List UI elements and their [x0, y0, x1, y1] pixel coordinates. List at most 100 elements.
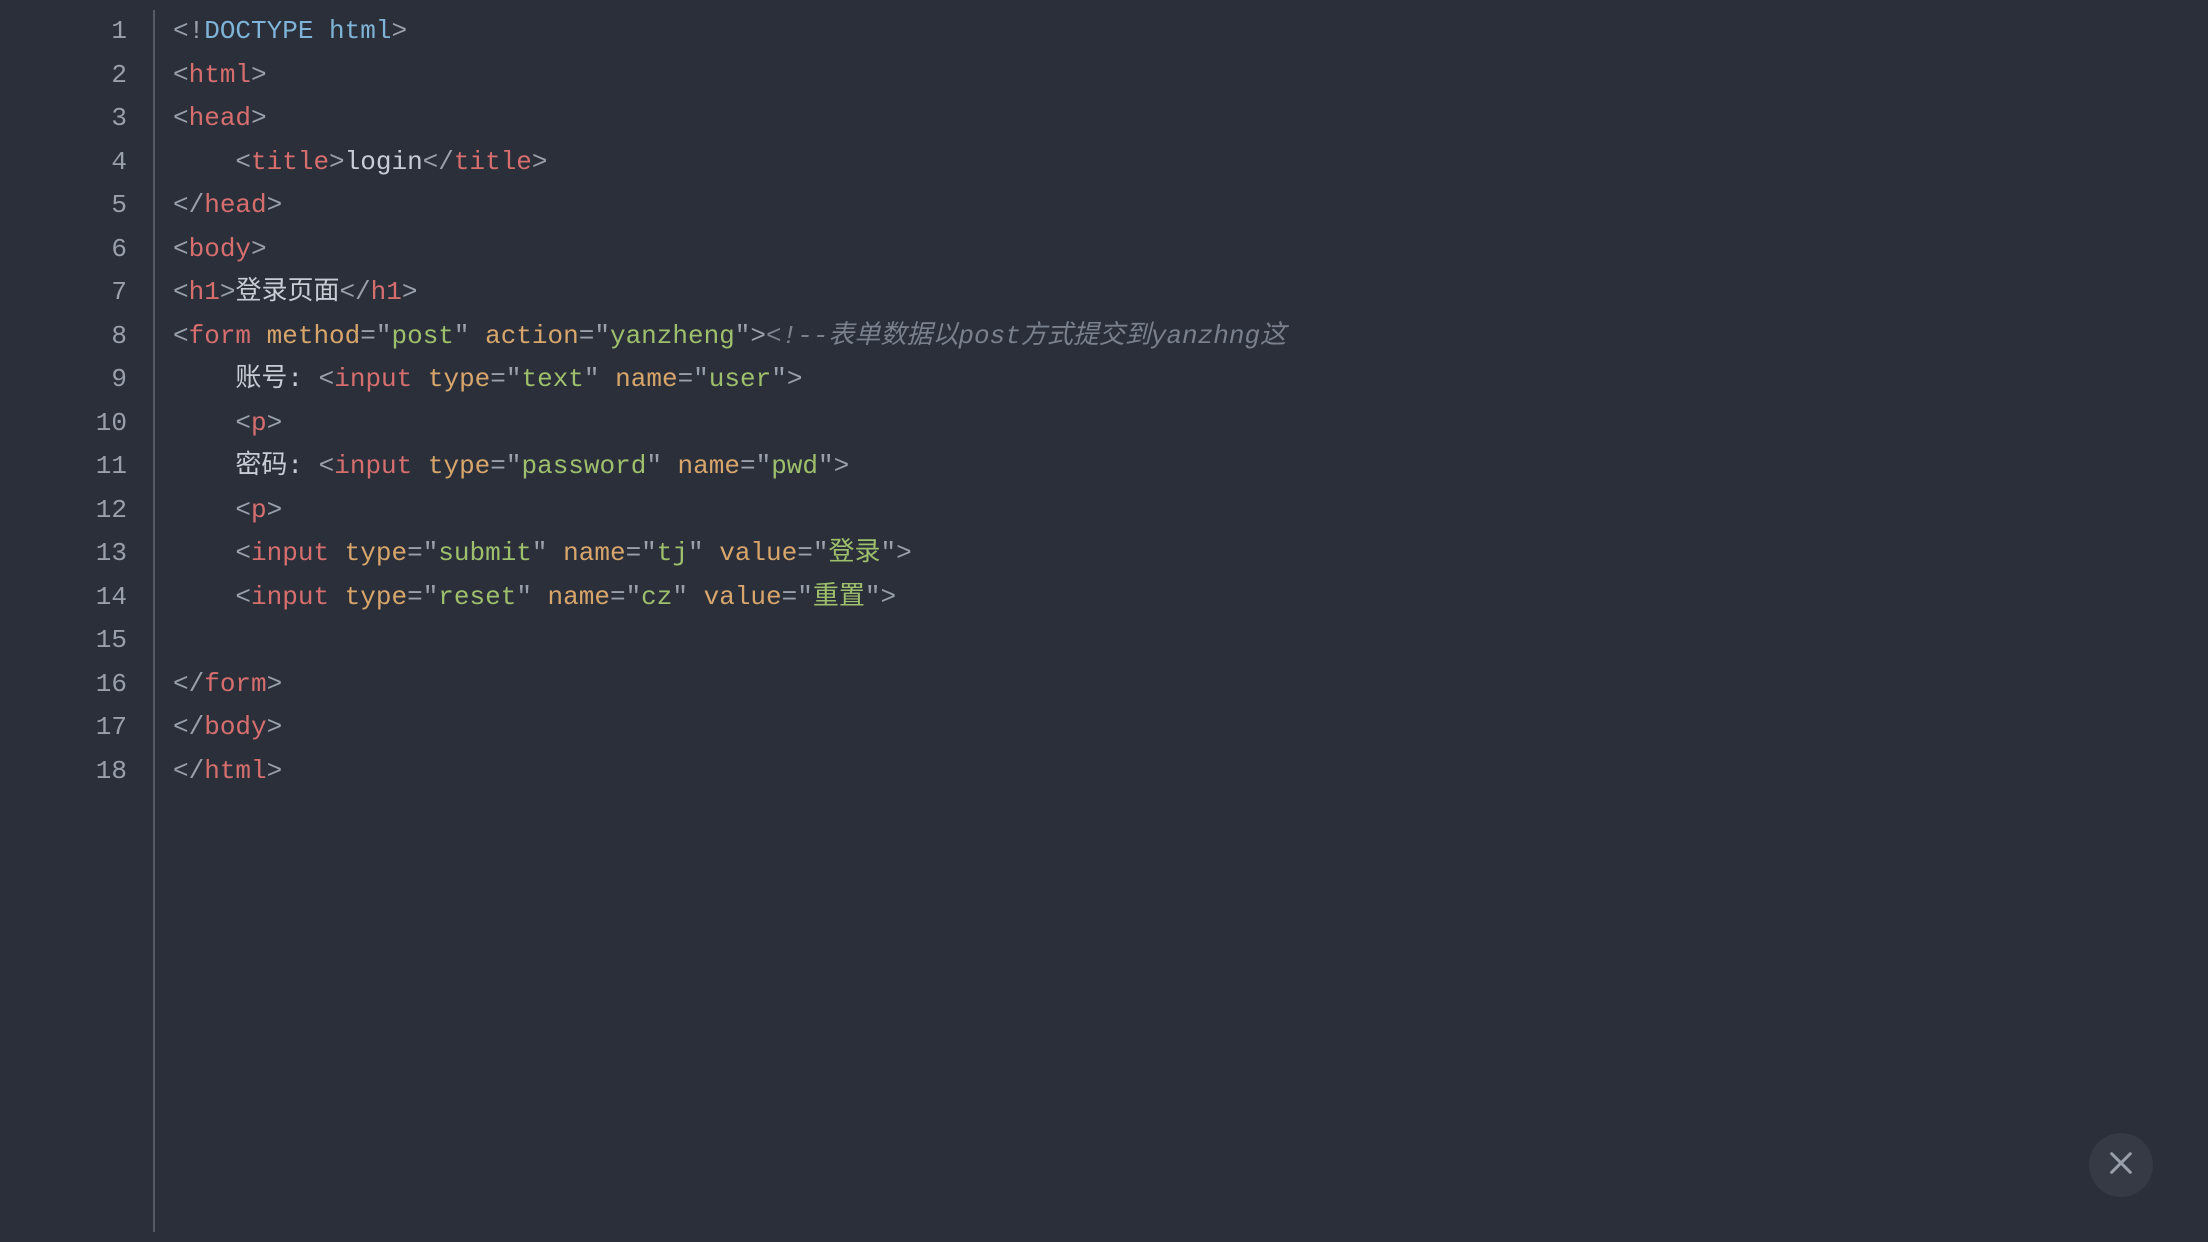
token-attr: value	[719, 538, 797, 568]
token-punct: <	[173, 103, 189, 133]
token-punct: "	[756, 451, 772, 481]
token-punct: >	[329, 147, 345, 177]
token-punct: >	[896, 538, 912, 568]
token-punct: >	[834, 451, 850, 481]
token-punct: =	[740, 451, 756, 481]
token-tag: html	[204, 756, 266, 786]
line-number: 14	[0, 576, 127, 620]
code-line[interactable]: <input type="reset" name="cz" value="重置"…	[173, 576, 2208, 620]
token-punct: "	[506, 364, 522, 394]
token-punct: >	[251, 60, 267, 90]
code-line[interactable]: <input type="submit" name="tj" value="登录…	[173, 532, 2208, 576]
token-attr: name	[563, 538, 625, 568]
code-line[interactable]: </body>	[173, 706, 2208, 750]
token-tag: html	[189, 60, 251, 90]
line-number: 17	[0, 706, 127, 750]
token-punct: </	[423, 147, 454, 177]
token-punct: >	[251, 103, 267, 133]
token-punct: "	[672, 582, 688, 612]
token-punct: >	[267, 712, 283, 742]
token-punct: =	[360, 321, 376, 351]
token-punct: "	[641, 538, 657, 568]
code-line[interactable]: <p>	[173, 402, 2208, 446]
token-punct: "	[423, 582, 439, 612]
token-punct: <	[173, 321, 189, 351]
token-punct: >	[402, 277, 418, 307]
token-string: password	[522, 451, 647, 481]
code-editor[interactable]: 123456789101112131415161718 <!DOCTYPE ht…	[0, 0, 2208, 1242]
token-punct: >	[267, 756, 283, 786]
token-string: user	[709, 364, 771, 394]
token-punct: >	[880, 582, 896, 612]
token-punct: "	[735, 321, 751, 351]
token-text	[329, 538, 345, 568]
code-line[interactable]: </head>	[173, 184, 2208, 228]
token-punct: >	[787, 364, 803, 394]
token-text	[412, 364, 428, 394]
token-string: 重置	[813, 582, 865, 612]
code-line[interactable]: 账号: <input type="text" name="user">	[173, 358, 2208, 402]
token-doctype: DOCTYPE html	[204, 16, 391, 46]
token-tag: body	[204, 712, 266, 742]
code-line[interactable]: 密码: <input type="password" name="pwd">	[173, 445, 2208, 489]
token-punct: "	[376, 321, 392, 351]
line-number: 8	[0, 315, 127, 359]
token-text	[688, 582, 704, 612]
code-line[interactable]	[173, 619, 2208, 663]
token-text: 密码:	[173, 451, 319, 481]
token-punct: "	[880, 538, 896, 568]
line-number: 1	[0, 10, 127, 54]
token-string: yanzheng	[610, 321, 735, 351]
token-string: 登录	[828, 538, 880, 568]
token-punct: =	[678, 364, 694, 394]
line-number: 9	[0, 358, 127, 402]
code-line[interactable]: <!DOCTYPE html>	[173, 10, 2208, 54]
token-text	[173, 495, 235, 525]
token-text	[532, 582, 548, 612]
token-text	[600, 364, 616, 394]
token-punct: "	[584, 364, 600, 394]
token-punct: "	[818, 451, 834, 481]
code-line[interactable]: </form>	[173, 663, 2208, 707]
line-number: 11	[0, 445, 127, 489]
token-punct: "	[532, 538, 548, 568]
token-tag: body	[189, 234, 251, 264]
code-line[interactable]: </html>	[173, 750, 2208, 794]
token-punct: "	[646, 451, 662, 481]
token-punct: "	[771, 364, 787, 394]
code-line[interactable]: <h1>登录页面</h1>	[173, 271, 2208, 315]
token-tag: input	[251, 582, 329, 612]
token-attr: name	[615, 364, 677, 394]
token-text: 登录页面	[235, 277, 339, 307]
token-string: pwd	[771, 451, 818, 481]
code-line[interactable]: <title>login</title>	[173, 141, 2208, 185]
close-button[interactable]	[2089, 1133, 2153, 1197]
line-number: 10	[0, 402, 127, 446]
token-punct: <	[235, 147, 251, 177]
token-tag: form	[204, 669, 266, 699]
token-punct: =	[490, 451, 506, 481]
token-punct: "	[797, 582, 813, 612]
token-punct: =	[407, 538, 423, 568]
code-area[interactable]: <!DOCTYPE html><html><head> <title>login…	[155, 10, 2208, 1232]
token-text	[662, 451, 678, 481]
token-string: submit	[438, 538, 532, 568]
code-line[interactable]: <head>	[173, 97, 2208, 141]
token-punct: <	[235, 582, 251, 612]
token-punct: "	[454, 321, 470, 351]
token-tag: form	[189, 321, 251, 351]
token-attr: name	[548, 582, 610, 612]
token-string: cz	[641, 582, 672, 612]
token-tag: input	[334, 364, 412, 394]
token-punct: <!	[173, 16, 204, 46]
code-line[interactable]: <form method="post" action="yanzheng"><!…	[173, 315, 2208, 359]
code-line[interactable]: <p>	[173, 489, 2208, 533]
token-punct: >	[251, 234, 267, 264]
code-line[interactable]: <html>	[173, 54, 2208, 98]
token-punct: <	[235, 408, 251, 438]
line-number: 3	[0, 97, 127, 141]
code-line[interactable]: <body>	[173, 228, 2208, 272]
line-number: 16	[0, 663, 127, 707]
token-text	[548, 538, 564, 568]
token-punct: </	[173, 712, 204, 742]
